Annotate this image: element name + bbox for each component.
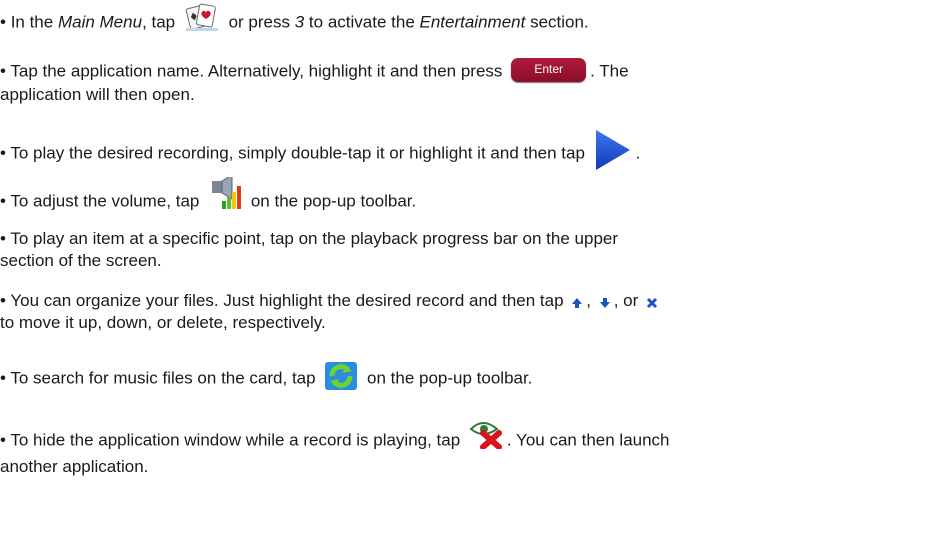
instruction-play: • To play the desired recording, simply …: [0, 130, 950, 176]
text: Tap the application name. Alternatively,…: [10, 61, 508, 81]
arrow-up-icon: [571, 293, 583, 308]
instruction-volume: • To adjust the volume, tap on the pop-u…: [0, 174, 950, 219]
text: on the pop-up toolbar.: [246, 191, 417, 211]
refresh-icon: [324, 361, 358, 391]
bullet: •: [0, 291, 6, 310]
text: application will then open.: [0, 85, 195, 104]
text: To hide the application window while a r…: [10, 430, 465, 450]
text: . The: [590, 61, 629, 81]
text: section.: [525, 12, 589, 32]
bullet: •: [0, 143, 6, 163]
key-number: 3: [294, 12, 305, 32]
section-name: Entertainment: [419, 12, 526, 32]
bullet: •: [0, 61, 6, 81]
text: , or: [613, 291, 644, 310]
text: To play an item at a specific point, tap…: [10, 229, 619, 248]
arrow-down-icon: [599, 293, 611, 308]
text: to move it up, down, or delete, respecti…: [0, 313, 326, 332]
bullet: •: [0, 430, 6, 450]
bullet: •: [0, 191, 6, 211]
bullet: •: [0, 12, 6, 32]
instruction-entertainment: • In the Main Menu, tap or press 3 to ac…: [0, 3, 950, 38]
bullet: •: [0, 368, 6, 388]
text: . You can then launch: [506, 430, 670, 450]
volume-icon: [208, 174, 242, 211]
text: To adjust the volume, tap: [10, 191, 205, 211]
text: ,: [586, 291, 596, 310]
instruction-hide: • To hide the application window while a…: [0, 422, 950, 478]
text: In the: [10, 12, 58, 32]
text: , tap: [142, 12, 180, 32]
text: You can organize your files. Just highli…: [10, 291, 569, 310]
text: section of the screen.: [0, 251, 162, 270]
bullet: •: [0, 229, 6, 248]
instruction-progress: • To play an item at a specific point, t…: [0, 228, 950, 272]
text: on the pop-up toolbar.: [362, 368, 533, 388]
text: to activate the: [304, 12, 420, 32]
play-icon: [594, 128, 632, 172]
text: .: [635, 143, 641, 163]
delete-x-icon: [646, 293, 658, 308]
instruction-organize: • You can organize your files. Just high…: [0, 290, 950, 334]
instruction-search: • To search for music files on the card,…: [0, 361, 950, 394]
text: To play the desired recording, simply do…: [10, 143, 590, 163]
menu-name: Main Menu: [57, 12, 143, 32]
text: or press: [223, 12, 295, 32]
enter-key-icon: Enter: [511, 58, 587, 82]
instruction-open-app: • Tap the application name. Alternativel…: [0, 58, 950, 106]
text: To search for music files on the card, t…: [10, 368, 321, 388]
hide-eye-icon: [469, 419, 503, 450]
text: another application.: [0, 457, 149, 476]
playing-cards-icon: [184, 2, 220, 32]
